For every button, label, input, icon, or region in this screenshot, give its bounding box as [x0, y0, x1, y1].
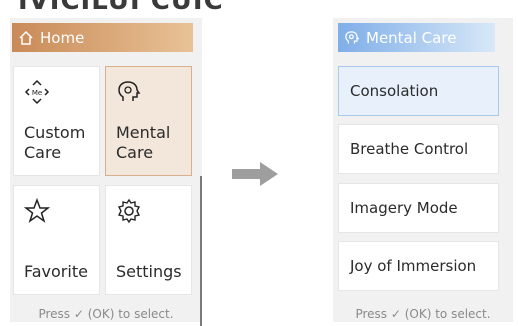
- mental-care-screen: Mental Care Consolation Breathe Control …: [333, 18, 513, 322]
- star-icon: [23, 197, 51, 228]
- home-screen: Home Me Custom Care Mental Care Favorite…: [10, 18, 202, 326]
- select-hint: Press ✓ (OK) to select.: [355, 307, 491, 321]
- tile-mental-care-label: Mental Care: [116, 123, 171, 162]
- page-title-partial: IVICILUI CUIC: [18, 0, 224, 16]
- menu-item-label: Consolation: [350, 82, 439, 100]
- tile-favorite[interactable]: Favorite: [13, 185, 100, 295]
- menu-item-label: Imagery Mode: [350, 199, 458, 217]
- menu-item-joy-of-immersion[interactable]: Joy of Immersion: [338, 241, 499, 291]
- tile-settings[interactable]: Settings: [105, 185, 192, 295]
- menu-item-label: Breathe Control: [350, 140, 469, 158]
- scrollbar[interactable]: [200, 176, 202, 326]
- menu-item-consolation[interactable]: Consolation: [338, 66, 499, 116]
- home-header-title: Home: [40, 28, 85, 47]
- head-icon: [116, 79, 142, 109]
- tile-settings-label: Settings: [116, 262, 182, 281]
- right-arrow-icon: [232, 162, 280, 190]
- mental-care-header-title: Mental Care: [366, 28, 457, 47]
- gear-icon: [116, 198, 142, 228]
- tile-mental-care[interactable]: Mental Care: [105, 66, 192, 176]
- menu-item-imagery-mode[interactable]: Imagery Mode: [338, 183, 499, 233]
- tile-custom-care-label: Custom Care: [24, 123, 86, 162]
- mental-care-header: Mental Care: [338, 23, 495, 52]
- svg-text:Me: Me: [32, 89, 42, 97]
- head-icon: [344, 30, 360, 46]
- select-hint: Press ✓ (OK) to select.: [38, 307, 174, 321]
- tile-favorite-label: Favorite: [24, 262, 88, 281]
- menu-item-breathe-control[interactable]: Breathe Control: [338, 124, 499, 174]
- menu-item-label: Joy of Immersion: [350, 257, 477, 275]
- home-icon: [18, 30, 34, 46]
- me-arrows-icon: Me: [24, 79, 50, 109]
- tile-custom-care[interactable]: Me Custom Care: [13, 66, 100, 176]
- home-header: Home: [12, 23, 193, 52]
